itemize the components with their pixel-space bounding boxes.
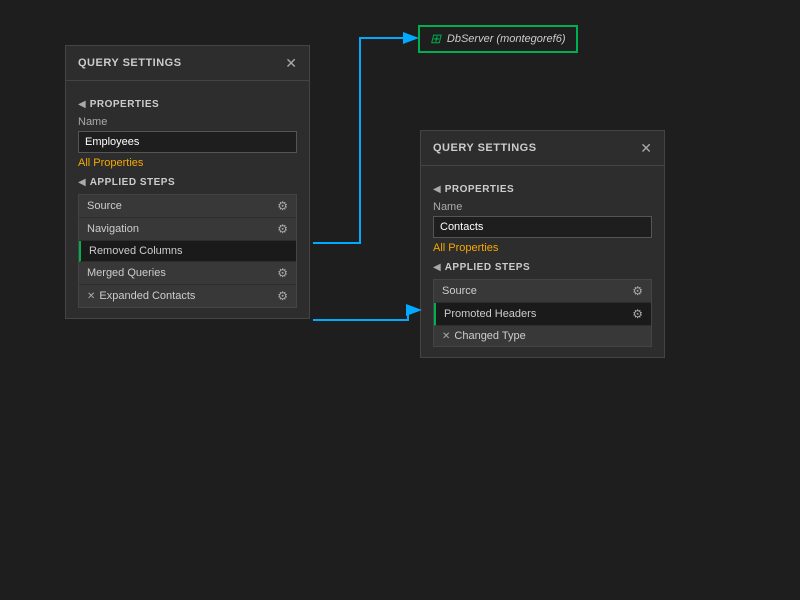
arrow-to-right-panel: [313, 310, 418, 320]
right-panel-body: ◀ PROPERTIES Name All Properties ◀ APPLI…: [421, 166, 664, 357]
right-steps-arrow: ◀: [433, 262, 441, 273]
right-panel-header: QUERY SETTINGS ✕: [421, 131, 664, 166]
dbserver-label: DbServer (montegoref6): [447, 33, 566, 45]
dbserver-icon: ⊞: [430, 31, 441, 47]
left-step-label: ✕Expanded Contacts: [87, 290, 195, 302]
right-step-label: Promoted Headers: [444, 308, 536, 320]
left-steps-arrow: ◀: [78, 177, 86, 188]
right-step-item[interactable]: Source ⚙: [434, 280, 651, 303]
step-gear-icon[interactable]: ⚙: [632, 307, 643, 321]
step-error-icon: ✕: [442, 331, 450, 342]
right-step-label: Source: [442, 285, 477, 297]
right-step-item[interactable]: ✕Changed Type: [434, 326, 651, 346]
left-step-item[interactable]: ✕Expanded Contacts ⚙: [79, 285, 296, 307]
step-gear-icon[interactable]: ⚙: [277, 266, 288, 280]
left-all-properties-link[interactable]: All Properties: [78, 157, 143, 169]
left-properties-section-header: ◀ PROPERTIES: [78, 99, 297, 110]
right-step-item[interactable]: Promoted Headers ⚙: [434, 303, 651, 326]
left-steps-title: APPLIED STEPS: [90, 177, 175, 188]
right-steps-title: APPLIED STEPS: [445, 262, 530, 273]
right-properties-section-header: ◀ PROPERTIES: [433, 184, 652, 195]
step-gear-icon[interactable]: ⚙: [277, 289, 288, 303]
right-applied-steps-section: ◀ APPLIED STEPS Source ⚙ Promoted Headers ⚙…: [433, 262, 652, 347]
step-gear-icon[interactable]: ⚙: [277, 199, 288, 213]
left-name-label: Name: [78, 116, 297, 128]
left-steps-list: Source ⚙ Navigation ⚙ Removed Columns Merged …: [78, 194, 297, 308]
right-all-properties-link[interactable]: All Properties: [433, 242, 498, 254]
left-panel-close-button[interactable]: ✕: [285, 56, 297, 70]
right-properties-title: PROPERTIES: [445, 184, 514, 195]
right-steps-list: Source ⚙ Promoted Headers ⚙ ✕Changed Type: [433, 279, 652, 347]
arrow-to-dbserver: [313, 38, 415, 243]
right-name-label: Name: [433, 201, 652, 213]
left-step-item[interactable]: Source ⚙: [79, 195, 296, 218]
left-step-item[interactable]: Merged Queries ⚙: [79, 262, 296, 285]
left-applied-steps-section: ◀ APPLIED STEPS Source ⚙ Navigation ⚙ Remove…: [78, 177, 297, 308]
left-query-settings-panel: QUERY SETTINGS ✕ ◀ PROPERTIES Name All P…: [65, 45, 310, 319]
left-panel-header: QUERY SETTINGS ✕: [66, 46, 309, 81]
right-panel-title: QUERY SETTINGS: [433, 142, 537, 154]
dbserver-box: ⊞ DbServer (montegoref6): [418, 25, 578, 53]
right-panel-close-button[interactable]: ✕: [640, 141, 652, 155]
step-gear-icon[interactable]: ⚙: [632, 284, 643, 298]
step-gear-icon[interactable]: ⚙: [277, 222, 288, 236]
left-step-label: Removed Columns: [89, 245, 183, 257]
left-name-input[interactable]: [78, 131, 297, 153]
right-name-input[interactable]: [433, 216, 652, 238]
step-error-icon: ✕: [87, 291, 95, 302]
left-step-item[interactable]: Removed Columns: [79, 241, 296, 262]
left-properties-arrow: ◀: [78, 99, 86, 110]
right-step-label: ✕Changed Type: [442, 330, 526, 342]
left-panel-title: QUERY SETTINGS: [78, 57, 182, 69]
left-properties-title: PROPERTIES: [90, 99, 159, 110]
left-step-label: Merged Queries: [87, 267, 166, 279]
left-steps-section-header: ◀ APPLIED STEPS: [78, 177, 297, 188]
left-panel-body: ◀ PROPERTIES Name All Properties ◀ APPLI…: [66, 81, 309, 318]
right-properties-arrow: ◀: [433, 184, 441, 195]
left-step-item[interactable]: Navigation ⚙: [79, 218, 296, 241]
left-step-label: Source: [87, 200, 122, 212]
left-step-label: Navigation: [87, 223, 139, 235]
right-steps-section-header: ◀ APPLIED STEPS: [433, 262, 652, 273]
right-query-settings-panel: QUERY SETTINGS ✕ ◀ PROPERTIES Name All P…: [420, 130, 665, 358]
